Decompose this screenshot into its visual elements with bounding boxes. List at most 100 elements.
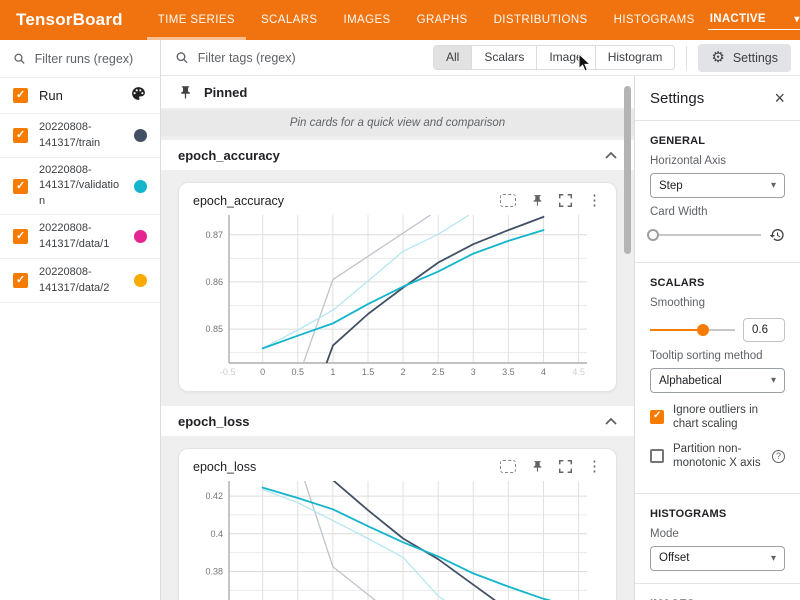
run-color-dot [134, 129, 147, 142]
runs-filter-input[interactable] [35, 52, 147, 66]
chevron-down-icon: ▾ [794, 14, 799, 25]
header-actions: INACTIVE ▾ ⚙ ? [708, 0, 800, 40]
tab-histograms[interactable]: HISTOGRAMS [601, 0, 708, 40]
run-checkbox[interactable] [13, 229, 28, 244]
tab-images[interactable]: IMAGES [330, 0, 403, 40]
filter-scalars-button[interactable]: Scalars [472, 46, 537, 69]
palette-icon [130, 85, 147, 107]
search-icon [13, 51, 26, 66]
tab-distributions[interactable]: DISTRIBUTIONS [481, 0, 601, 40]
section-header-epoch-accuracy[interactable]: epoch_accuracy [161, 140, 634, 170]
svg-text:1.5: 1.5 [362, 367, 375, 377]
svg-text:0.87: 0.87 [205, 230, 223, 240]
card-width-slider[interactable] [650, 228, 761, 242]
epoch-loss-chart[interactable]: 0.360.380.40.4201234 [191, 478, 595, 600]
settings-button-label: Settings [733, 51, 778, 65]
app-header: TensorBoard TIME SERIES SCALARS IMAGES G… [0, 0, 800, 40]
fit-to-data-icon[interactable] [500, 194, 516, 207]
smoothing-label: Smoothing [650, 297, 785, 309]
run-color-dot [134, 230, 147, 243]
select-all-runs-checkbox[interactable] [13, 88, 28, 103]
fit-to-data-icon[interactable] [500, 460, 516, 473]
run-status-value: INACTIVE [710, 13, 766, 25]
run-name: 20220808-141317/data/2 [39, 265, 123, 296]
card-title: epoch_accuracy [193, 194, 284, 208]
tab-scalars[interactable]: SCALARS [248, 0, 331, 40]
filter-image-button[interactable]: Image [537, 46, 595, 69]
svg-text:0.42: 0.42 [205, 491, 223, 501]
run-status-dropdown[interactable]: INACTIVE ▾ [708, 10, 800, 30]
horizontal-axis-label: Horizontal Axis [650, 155, 785, 167]
runs-header-row: Run [0, 78, 160, 114]
section-title: epoch_loss [178, 414, 250, 429]
help-icon[interactable]: ? [772, 450, 785, 463]
run-checkbox[interactable] [13, 179, 28, 194]
svg-text:2: 2 [401, 367, 406, 377]
ignore-outliers-checkbox[interactable] [650, 410, 664, 424]
tab-time-series[interactable]: TIME SERIES [145, 0, 248, 40]
smoothing-value-input[interactable] [743, 318, 785, 342]
settings-panel: Settings × GENERAL Horizontal Axis Step … [634, 76, 800, 600]
tab-graphs[interactable]: GRAPHS [404, 0, 481, 40]
section-heading: SCALARS [650, 277, 785, 289]
svg-text:0.38: 0.38 [205, 566, 223, 576]
partition-x-checkbox[interactable] [650, 449, 664, 463]
settings-button[interactable]: ⚙ Settings [698, 44, 791, 72]
run-row-validation[interactable]: 20220808-141317/validation [0, 158, 160, 215]
epoch-accuracy-chart[interactable]: 0.850.860.87-0.500.511.522.533.544.5 [191, 212, 595, 382]
svg-text:0: 0 [260, 367, 265, 377]
svg-text:4.5: 4.5 [572, 367, 585, 377]
tooltip-sorting-value: Alphabetical [659, 375, 722, 387]
run-name: 20220808-141317/data/1 [39, 221, 123, 252]
chevron-up-icon[interactable] [605, 151, 617, 159]
section-title: epoch_accuracy [178, 148, 280, 163]
pin-icon[interactable] [531, 460, 544, 473]
runs-filter-row [0, 40, 160, 78]
fullscreen-icon[interactable] [559, 194, 572, 207]
reset-icon[interactable] [769, 227, 785, 243]
divider [635, 120, 800, 121]
tags-toolbar: All Scalars Image Histogram ⚙ Settings [161, 40, 800, 76]
chevron-down-icon: ▾ [771, 553, 776, 564]
histogram-mode-label: Mode [650, 528, 785, 540]
filter-all-button[interactable]: All [434, 46, 472, 69]
ignore-outliers-label: Ignore outliers in chart scaling [673, 403, 785, 432]
settings-section-general: GENERAL Horizontal Axis Step ▾ Card Widt… [635, 125, 800, 258]
close-icon[interactable]: × [774, 89, 785, 107]
run-row-train[interactable]: 20220808-141317/train [0, 114, 160, 158]
pin-icon[interactable] [531, 194, 544, 207]
filter-histogram-button[interactable]: Histogram [596, 46, 675, 69]
tags-filter-input[interactable] [198, 51, 433, 65]
svg-text:3.5: 3.5 [502, 367, 515, 377]
vertical-scrollbar[interactable] [624, 86, 631, 254]
scalar-card-epoch-loss: epoch_loss ⋮ 0.360.380.40.4201234 [178, 448, 617, 600]
section-heading: HISTOGRAMS [650, 508, 785, 520]
gear-icon: ⚙ [711, 50, 724, 65]
run-color-dot [134, 274, 147, 287]
tooltip-sorting-select[interactable]: Alphabetical ▾ [650, 368, 785, 393]
settings-section-images: IMAGES Brightness Contrast [635, 588, 800, 600]
fullscreen-icon[interactable] [559, 460, 572, 473]
horizontal-axis-select[interactable]: Step ▾ [650, 173, 785, 198]
pin-icon [178, 85, 193, 100]
scalar-card-epoch-accuracy: epoch_accuracy ⋮ 0.850.860.87-0.500.511.… [178, 182, 617, 392]
svg-text:3: 3 [471, 367, 476, 377]
run-name: 20220808-141317/validation [39, 163, 123, 209]
run-row-data-2[interactable]: 20220808-141317/data/2 [0, 259, 160, 303]
kebab-menu-icon[interactable]: ⋮ [587, 459, 602, 474]
run-checkbox[interactable] [13, 128, 28, 143]
kebab-menu-icon[interactable]: ⋮ [587, 193, 602, 208]
smoothing-slider[interactable] [650, 323, 735, 337]
svg-text:-0.5: -0.5 [220, 367, 236, 377]
svg-text:0.86: 0.86 [205, 277, 223, 287]
divider [635, 493, 800, 494]
nav-tabs: TIME SERIES SCALARS IMAGES GRAPHS DISTRI… [145, 0, 708, 40]
section-header-epoch-loss[interactable]: epoch_loss [161, 406, 634, 436]
histogram-mode-select[interactable]: Offset ▾ [650, 546, 785, 571]
chevron-up-icon[interactable] [605, 417, 617, 425]
svg-text:0.5: 0.5 [292, 367, 305, 377]
pinned-hint: Pin cards for a quick view and compariso… [161, 110, 634, 136]
run-row-data-1[interactable]: 20220808-141317/data/1 [0, 215, 160, 259]
run-checkbox[interactable] [13, 273, 28, 288]
runs-sidebar: Run 20220808-141317/train 20220808-14131… [0, 40, 161, 600]
